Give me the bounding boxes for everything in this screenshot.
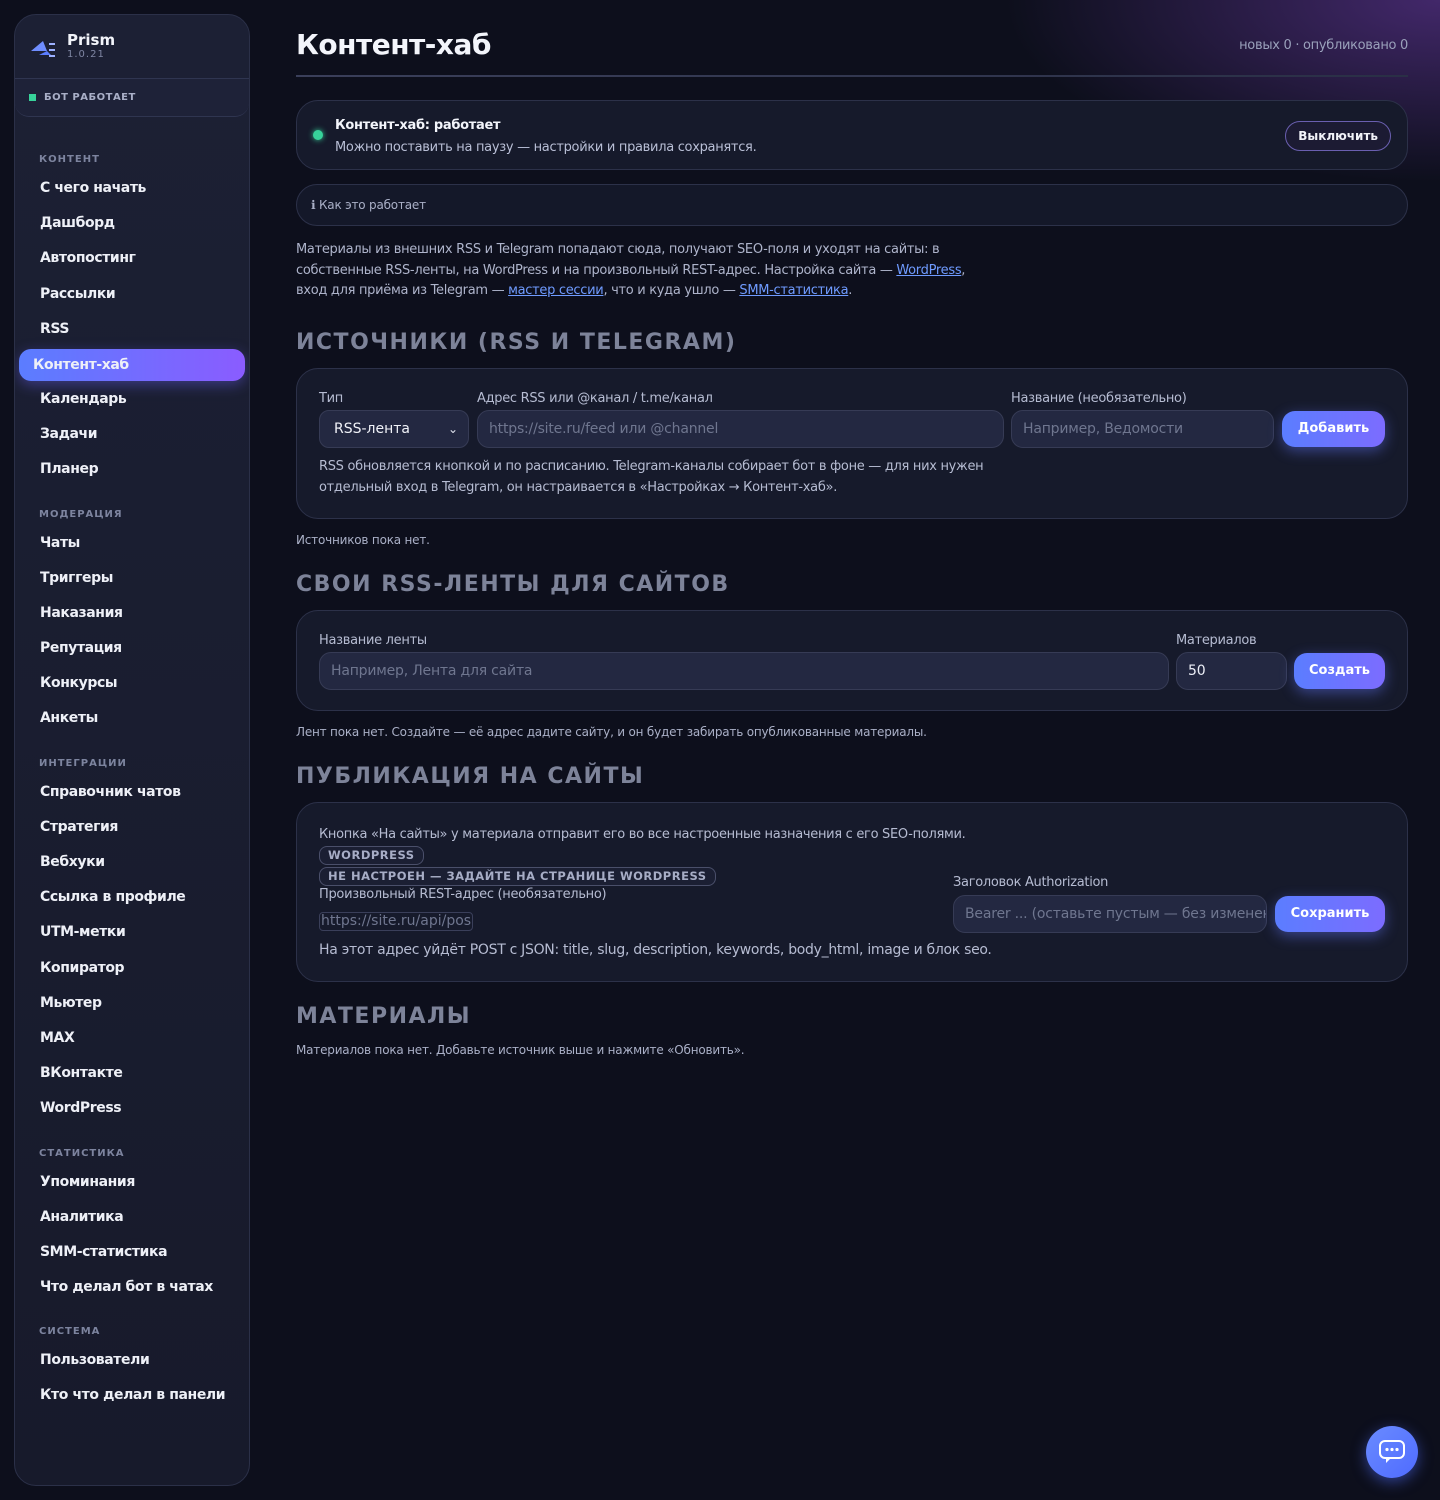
sources-card: Тип RSS-лента ⌄ Адрес RSS или @канал / t… [296,368,1408,519]
sidebar-item[interactable]: RSS [19,312,245,347]
add-source-button[interactable]: Добавить [1282,411,1385,447]
sidebar-item[interactable]: Вебхуки [19,845,245,880]
rest-address-label: Произвольный REST-адрес (необязательно) [319,887,607,902]
sidebar-item[interactable]: Мьютер [19,986,245,1021]
sidebar-item[interactable]: Стратегия [19,810,245,845]
sidebar-item[interactable]: Чаты [19,526,245,561]
source-name-label: Название (необязательно) [1011,391,1187,406]
chat-button[interactable] [1366,1426,1418,1478]
nav-section-title: СИСТЕМА [39,1326,101,1338]
sidebar-item[interactable]: UTM-метки [19,915,245,950]
auth-header-input[interactable]: Bearer ... (оставьте пустым — без измене… [953,895,1267,933]
materials-empty: Материалов пока нет. Добавьте источник в… [296,1043,745,1057]
sidebar-item[interactable]: Задачи [19,417,245,452]
source-address-label: Адрес RSS или @канал / t.me/канал [477,391,713,406]
sidebar-item[interactable]: Наказания [19,596,245,631]
sidebar-item[interactable]: Пользователи [19,1343,245,1378]
sidebar-item[interactable]: Анкеты [19,701,245,736]
sources-heading: Источники (RSS и Telegram) [296,330,737,355]
wordpress-status-badge: НЕ НАСТРОЕН — ЗАДАЙТЕ НА СТРАНИЦЕ WORDPR… [319,867,716,886]
publish-heading: Публикация на сайты [296,764,645,789]
how-it-works-label: ℹ Как это работает [311,198,426,212]
rest-hint: На этот адрес уйдёт POST с JSON: title, … [319,942,992,958]
source-address-input[interactable]: https://site.ru/feed или @channel [477,410,1004,448]
page-counts: новых 0 · опубликовано 0 [1239,38,1408,53]
smm-stats-link[interactable]: SMM-статистика [739,283,848,298]
brand[interactable]: Prism 1.0.21 [15,15,249,79]
feeds-heading: Свои RSS-ленты для сайтов [296,572,730,597]
sidebar-nav: КОНТЕНТ С чего начать Дашборд Автопостинг Ра… [15,117,249,1414]
nav-section-title: ИНТЕГРАЦИИ [39,757,127,769]
nav-section-title: КОНТЕНТ [39,154,100,165]
nav-section-title: МОДЕРАЦИЯ [39,508,123,520]
sidebar-item[interactable]: Аналитика [19,1200,245,1235]
intro-text-part: Материалы из внешних RSS и Telegram попа… [296,242,940,278]
source-type-label: Тип [319,391,343,406]
intro-text-part: , что и куда ушло — [603,283,740,298]
feed-name-label: Название ленты [319,633,427,648]
source-type-value: RSS-лента [334,421,411,437]
sidebar-item[interactable]: Справочник чатов [19,775,245,810]
auth-header-label: Заголовок Authorization [953,875,1109,890]
sidebar: Prism 1.0.21 БОТ РАБОТАЕТ КОНТЕНТ С чего … [14,14,250,1486]
save-publish-button[interactable]: Сохранить [1275,896,1385,932]
source-name-input[interactable]: Например, Ведомости [1011,410,1274,448]
sidebar-item[interactable]: Дашборд [19,206,245,241]
chevron-down-icon: ⌄ [447,422,458,436]
status-indicator-icon [313,130,323,140]
feed-name-input[interactable]: Например, Лента для сайта [319,652,1169,690]
sidebar-item[interactable]: Рассылки [19,277,245,312]
sidebar-item[interactable]: Кто что делал в панели [19,1378,245,1413]
sidebar-item[interactable]: Что делал бот в чатах [19,1270,245,1305]
app-version: 1.0.21 [67,49,105,60]
create-feed-button[interactable]: Создать [1294,653,1385,689]
intro-text-part: . [848,283,853,298]
bot-status: БОТ РАБОТАЕТ [15,79,249,117]
feeds-empty: Лент пока нет. Создайте — её адрес дадит… [296,725,927,739]
hub-status-subtitle: Можно поставить на паузу — настройки и п… [335,140,757,155]
wordpress-badge: WORDPRESS [319,846,424,865]
sidebar-item[interactable]: Календарь [19,382,245,417]
sidebar-item[interactable]: Конкурсы [19,666,245,701]
publish-description: Кнопка «На сайты» у материала отправит е… [319,824,1039,887]
prism-logo-icon [31,41,55,57]
how-it-works-toggle[interactable]: ℹ Как это работает [296,184,1408,226]
sources-empty: Источников пока нет. [296,533,430,547]
sidebar-item[interactable]: Ссылка в профиле [19,880,245,915]
sidebar-item[interactable]: WordPress [19,1091,245,1126]
materials-heading: Материалы [296,1004,472,1029]
bot-status-text: БОТ РАБОТАЕТ [44,92,136,103]
intro-text: Материалы из внешних RSS и Telegram попа… [296,240,976,302]
sidebar-item[interactable]: Упоминания [19,1165,245,1200]
sidebar-item[interactable]: С чего начать [19,171,245,206]
app-name: Prism [67,31,116,49]
sources-hint: RSS обновляется кнопкой и по расписанию.… [319,459,984,495]
sidebar-item[interactable]: Копиратор [19,951,245,986]
hub-status-card: Контент-хаб: работает Можно поставить на… [296,100,1408,170]
disable-button[interactable]: Выключить [1285,121,1391,151]
page-title: Контент-хаб [296,28,491,61]
wordpress-link[interactable]: WordPress [896,263,961,278]
session-wizard-link[interactable]: мастер сессии [508,283,604,298]
sidebar-item[interactable]: SMM-статистика [19,1235,245,1270]
sidebar-item[interactable]: Автопостинг [19,241,245,276]
sidebar-item[interactable]: ВКонтакте [19,1056,245,1091]
feed-count-label: Материалов [1176,633,1257,648]
sidebar-item[interactable]: Репутация [19,631,245,666]
sidebar-item[interactable]: MAX [19,1021,245,1056]
chat-bubble-icon [1379,1440,1405,1463]
publish-text: Кнопка «На сайты» у материала отправит е… [319,827,966,842]
sidebar-item[interactable]: Триггеры [19,561,245,596]
source-type-select[interactable]: RSS-лента ⌄ [319,410,469,448]
status-dot [29,94,36,101]
nav-section-title: СТАТИСТИКА [39,1147,125,1159]
title-divider [296,75,1408,77]
feeds-card: Название ленты Например, Лента для сайта… [296,610,1408,711]
rest-address-input[interactable]: https://site.ru/api/pos [319,912,474,931]
sidebar-item[interactable]: Планер [19,452,245,487]
hub-status-title: Контент-хаб: работает [335,118,501,133]
feed-count-input[interactable]: 50 [1176,652,1287,690]
sidebar-item[interactable]: Контент-хаб [19,348,245,381]
publish-card: Кнопка «На сайты» у материала отправит е… [296,802,1408,982]
